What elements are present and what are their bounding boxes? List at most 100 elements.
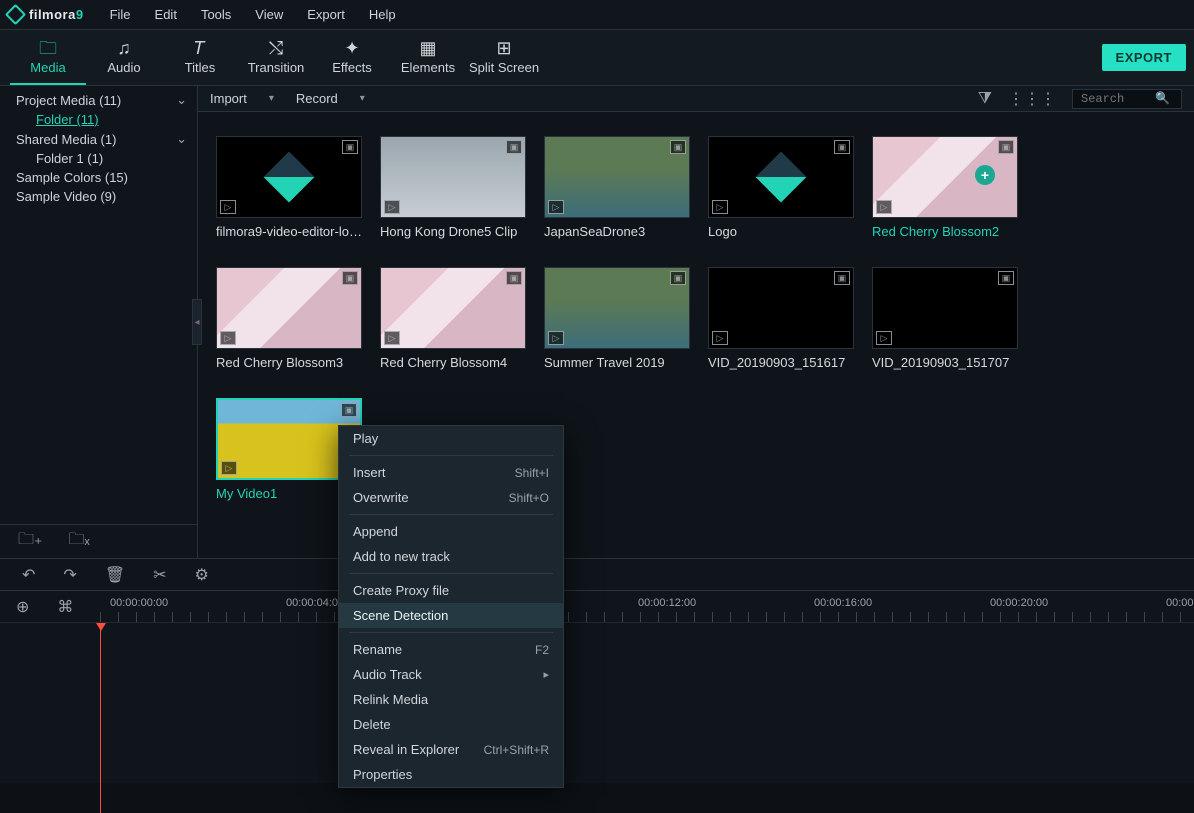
filter-icon[interactable]: ⧩ (978, 90, 992, 108)
menu-file[interactable]: File (98, 1, 143, 28)
ctx-label: Reveal in Explorer (353, 742, 459, 757)
play-icon: ▷ (384, 200, 400, 214)
playhead[interactable] (100, 623, 101, 813)
menu-view[interactable]: View (243, 1, 295, 28)
ctx-label: Delete (353, 717, 391, 732)
media-caption: Red Cherry Blossom3 (216, 355, 362, 370)
media-item[interactable]: ▣▷ Red Cherry Blossom3 (216, 267, 362, 370)
time-label: 00:00:04:00 (286, 597, 344, 609)
cut-icon[interactable]: ✂ (153, 565, 166, 585)
ctx-audio-track[interactable]: Audio Track (339, 662, 563, 687)
media-caption: JapanSeaDrone3 (544, 224, 690, 239)
delete-icon[interactable]: 🗑 (105, 565, 125, 585)
timeline-header: ⊕ ⌘ 00:00:00:00 00:00:04:00 00:00:08:00 … (0, 591, 1194, 623)
play-icon: ▷ (876, 200, 892, 214)
redo-icon[interactable]: ↷ (63, 565, 76, 585)
tab-effects[interactable]: ✦ Effects (314, 38, 390, 85)
media-thumbnail[interactable]: ▣▷ (380, 136, 526, 218)
ctx-delete[interactable]: Delete (339, 712, 563, 737)
media-thumbnail[interactable]: ▣▷ (544, 136, 690, 218)
tab-titles[interactable]: 𝑇 Titles (162, 38, 238, 85)
tree-shared-media[interactable]: Shared Media (1) ⌄ (0, 129, 197, 149)
ctx-rename[interactable]: RenameF2 (339, 637, 563, 662)
elements-icon: ▦ (419, 38, 436, 58)
clip-type-icon: ▣ (506, 140, 522, 154)
media-caption: filmora9-video-editor-logo (216, 224, 362, 239)
media-item[interactable]: ▣▷ Summer Travel 2019 (544, 267, 690, 370)
clip-type-icon: ▣ (834, 271, 850, 285)
tree-sample-video[interactable]: Sample Video (9) (0, 187, 197, 206)
media-thumbnail[interactable]: ▣▷ (708, 136, 854, 218)
media-thumbnail[interactable]: ▣▷ (380, 267, 526, 349)
ctx-create-proxy-file[interactable]: Create Proxy file (339, 578, 563, 603)
tab-elements[interactable]: ▦ Elements (390, 38, 466, 85)
time-ruler[interactable]: 00:00:00:00 00:00:04:00 00:00:08:00 00:0… (100, 591, 1194, 622)
ctx-relink-media[interactable]: Relink Media (339, 687, 563, 712)
menu-help[interactable]: Help (357, 1, 408, 28)
record-dropdown[interactable]: Record▾ (296, 91, 365, 106)
magnet-icon[interactable]: ⌘ (57, 597, 73, 617)
ctx-append[interactable]: Append (339, 519, 563, 544)
media-item[interactable]: ▣▷+Red Cherry Blossom2 (872, 136, 1018, 239)
grid-view-icon[interactable]: ⋮⋮⋮ (1008, 89, 1056, 109)
menu-tools[interactable]: Tools (189, 1, 243, 28)
play-icon: ▷ (220, 200, 236, 214)
media-caption: Summer Travel 2019 (544, 355, 690, 370)
tree-project-media[interactable]: Project Media (11) ⌄ (0, 90, 197, 110)
media-thumbnail[interactable]: ▣▷ (708, 267, 854, 349)
new-folder-icon[interactable]: 🗀₊ (18, 528, 42, 555)
media-item[interactable]: ▣▷VID_20190903_151617 (708, 267, 854, 370)
media-item[interactable]: ▣▷Logo (708, 136, 854, 239)
delete-folder-icon[interactable]: 🗀ₓ (68, 528, 89, 555)
import-dropdown[interactable]: Import▾ (210, 91, 274, 106)
media-thumbnail[interactable]: ▣▷ (216, 267, 362, 349)
media-thumbnail[interactable]: ▣▷ (872, 267, 1018, 349)
menu-separator (349, 455, 553, 456)
tree-sample-colors[interactable]: Sample Colors (15) (0, 168, 197, 187)
adjust-icon[interactable]: ⚙ (195, 565, 209, 585)
ctx-insert[interactable]: InsertShift+I (339, 460, 563, 485)
media-item[interactable]: ▣▷Red Cherry Blossom4 (380, 267, 526, 370)
add-track-icon[interactable]: ⊕ (16, 597, 29, 617)
ctx-shortcut: Shift+O (509, 491, 549, 505)
time-label: 00:00:12:00 (638, 597, 696, 609)
export-button[interactable]: EXPORT (1102, 44, 1186, 71)
menu-export[interactable]: Export (295, 1, 357, 28)
ctx-label: Audio Track (353, 667, 422, 682)
media-item[interactable]: ▣▷VID_20190903_151707 (872, 267, 1018, 370)
media-thumbnail[interactable]: ▣▷ (216, 136, 362, 218)
undo-icon[interactable]: ↶ (22, 565, 35, 585)
media-item[interactable]: ▣▷Hong Kong Drone5 Clip (380, 136, 526, 239)
media-item[interactable]: ▣▷ JapanSeaDrone3 (544, 136, 690, 239)
media-item[interactable]: ▣▷ filmora9-video-editor-logo (216, 136, 362, 239)
sidebar-collapse-handle[interactable]: ◂ (192, 299, 202, 345)
media-thumbnail[interactable]: ▣▷ (544, 267, 690, 349)
ctx-overwrite[interactable]: OverwriteShift+O (339, 485, 563, 510)
media-thumbnail[interactable]: ▣▷+ (872, 136, 1018, 218)
play-icon: ▷ (221, 461, 237, 475)
clip-type-icon: ▣ (506, 271, 522, 285)
ctx-reveal-in-explorer[interactable]: Reveal in ExplorerCtrl+Shift+R (339, 737, 563, 762)
ctx-properties[interactable]: Properties (339, 762, 563, 787)
tab-splitscreen[interactable]: ⊞ Split Screen (466, 38, 542, 85)
ctx-label: Relink Media (353, 692, 428, 707)
tab-transition[interactable]: ⤭ Transition (238, 38, 314, 85)
timeline-tracks[interactable] (0, 623, 1194, 783)
search-box[interactable]: 🔍 (1072, 89, 1182, 109)
media-browser-bar: Import▾ Record▾ ⧩ ⋮⋮⋮ 🔍 (198, 86, 1194, 112)
tab-audio[interactable]: ♫ Audio (86, 38, 162, 85)
ctx-play[interactable]: Play (339, 426, 563, 451)
timeline: ↶ ↷ 🗑 ✂ ⚙ ⊕ ⌘ 00:00:00:00 00:00:04:00 00… (0, 558, 1194, 783)
app-logo: filmora9 (8, 7, 84, 22)
search-input[interactable] (1079, 91, 1155, 107)
ctx-scene-detection[interactable]: Scene Detection (339, 603, 563, 628)
tab-media[interactable]: 🗀 Media (10, 38, 86, 85)
ruler-ticks (100, 612, 1194, 622)
ctx-add-to-new-track[interactable]: Add to new track (339, 544, 563, 569)
tree-folder1[interactable]: Folder 1 (1) (0, 149, 197, 168)
tree-folder-active[interactable]: Folder (11) (0, 110, 197, 129)
media-caption: Hong Kong Drone5 Clip (380, 224, 526, 239)
menu-edit[interactable]: Edit (143, 1, 189, 28)
clip-type-icon: ▣ (342, 271, 358, 285)
add-to-timeline-icon[interactable]: + (975, 165, 995, 185)
